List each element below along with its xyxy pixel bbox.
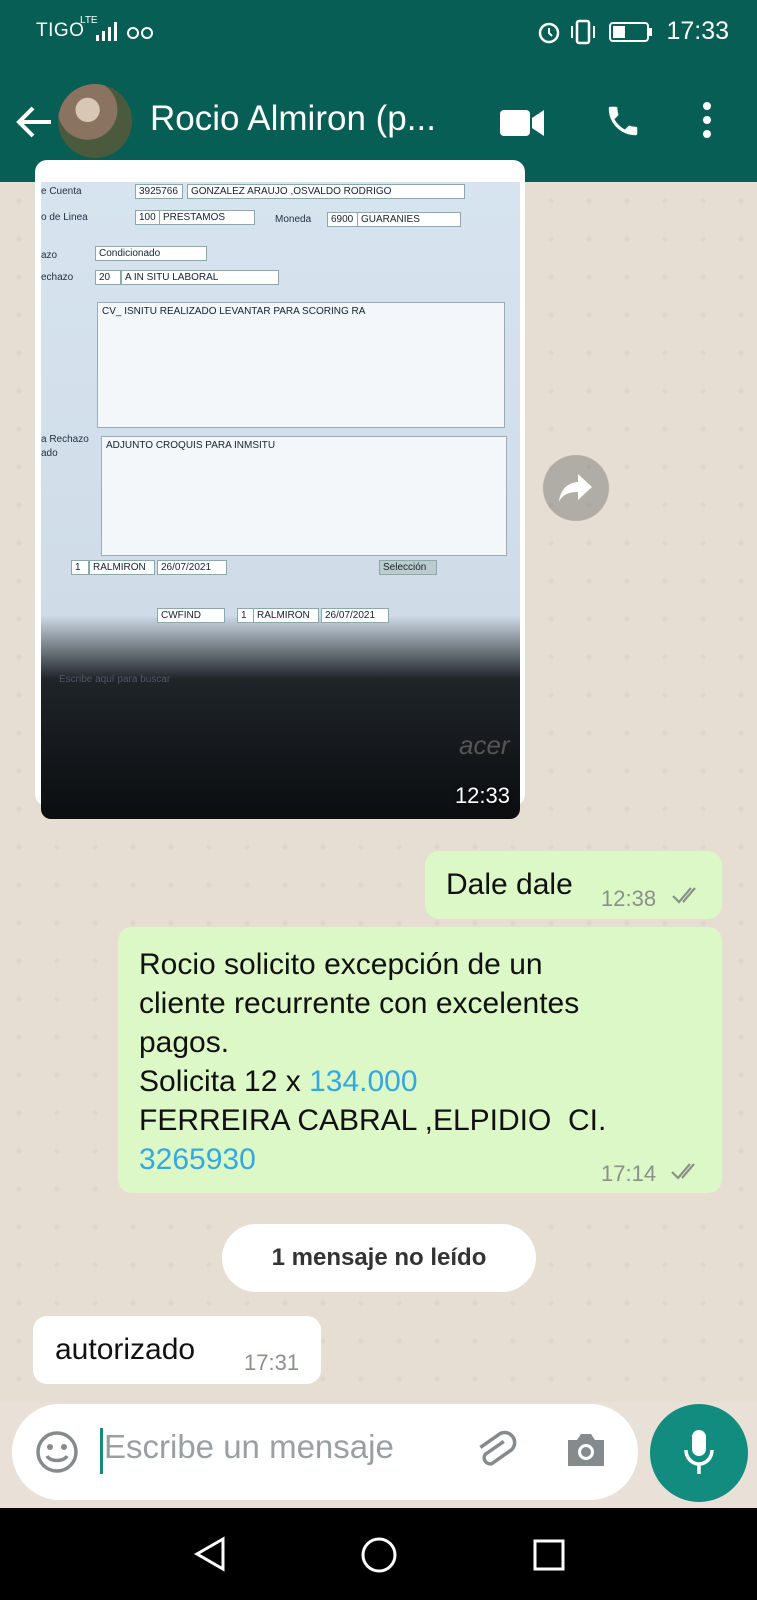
message-text: Rocio solicito excepción de un cliente r…	[139, 945, 709, 1179]
emoji-icon[interactable]	[34, 1429, 80, 1475]
image-message-photo[interactable]: e Cuenta 3925766 GONZALEZ ARAUJO ,OSVALD…	[41, 182, 520, 819]
back-arrow-icon[interactable]	[15, 104, 53, 140]
message-line: pagos.	[139, 1026, 230, 1059]
screen-label: echazo	[41, 272, 74, 283]
screen-label: azo	[41, 250, 58, 261]
screen-field: 26/07/2021	[157, 560, 227, 575]
screen-field: 3925766	[135, 184, 183, 199]
double-check-icon	[672, 887, 696, 904]
camera-icon[interactable]	[564, 1430, 608, 1470]
screen-field: 6900	[327, 212, 359, 227]
clock: 17:33	[666, 17, 729, 45]
forward-button[interactable]	[543, 455, 609, 521]
message-text-segment: Solicita 12 x	[139, 1065, 310, 1098]
screen-textarea: CV_ ISNITU REALIZADO LEVANTAR PARA SCORI…	[97, 302, 505, 428]
nav-back-icon[interactable]	[193, 1536, 227, 1572]
screen-label: e Cuenta	[41, 186, 82, 197]
screen-label: ado	[41, 448, 58, 459]
battery-icon	[609, 22, 652, 42]
unread-divider: 1 mensaje no leído	[222, 1224, 536, 1292]
number-link[interactable]: 3265930	[139, 1143, 256, 1176]
screen-label: o de Linea	[41, 212, 88, 223]
screen-field: GONZALEZ ARAUJO ,OSVALDO RODRIGO	[187, 184, 465, 199]
taskbar-search: Escribe aquí para buscar	[59, 674, 171, 685]
double-check-icon	[671, 1163, 695, 1180]
screen-button: Selección	[379, 560, 437, 575]
forward-icon	[559, 474, 592, 502]
mic-icon	[684, 1430, 714, 1474]
message-bubble-outgoing[interactable]: Dale dale 12:38	[425, 851, 722, 919]
screen-field: 100	[135, 210, 161, 225]
screen-field: CWFIND	[157, 608, 225, 623]
carrier-label: TIGO	[36, 20, 85, 41]
signal-icon	[96, 22, 117, 41]
image-timestamp: 12:33	[454, 783, 510, 808]
screen-field: GUARANIES	[357, 212, 461, 227]
screen-field: PRESTAMOS	[159, 210, 255, 225]
system-nav-bar	[0, 1508, 757, 1600]
screen-field: RALMIRON	[89, 560, 155, 575]
screen-field: RALMIRON	[253, 608, 319, 623]
video-call-icon[interactable]	[500, 108, 546, 138]
message-text: autorizado	[55, 1333, 196, 1366]
message-line: Solicita 12 x 134.000	[139, 1062, 709, 1101]
screen-label: Moneda	[275, 214, 312, 225]
screen-label: a Rechazo	[41, 434, 89, 445]
more-vert-icon[interactable]	[701, 100, 713, 140]
screen-field: 20	[95, 270, 121, 285]
message-time: 17:31	[244, 1350, 300, 1375]
voicemail-icon	[127, 27, 153, 39]
screen-field: 1	[71, 560, 89, 575]
message-line: Rocio solicito excepción de un	[139, 948, 543, 981]
message-bubble-outgoing[interactable]: Rocio solicito excepción de un cliente r…	[118, 927, 722, 1193]
contact-name[interactable]: Rocio Almiron (p...	[150, 99, 436, 139]
alarm-icon	[538, 22, 560, 44]
phone-icon[interactable]	[604, 102, 642, 140]
vibrate-icon	[571, 19, 595, 45]
message-composer[interactable]: Escribe un mensaje	[12, 1404, 638, 1500]
number-link[interactable]: 134.000	[309, 1065, 417, 1098]
nav-home-icon[interactable]	[360, 1536, 398, 1574]
laptop-brand: acer	[459, 730, 510, 760]
mic-button[interactable]	[650, 1404, 748, 1502]
nav-recents-icon[interactable]	[532, 1538, 566, 1572]
screen-field: Condicionado	[95, 246, 207, 261]
message-bubble-incoming[interactable]: autorizado 17:31	[33, 1316, 321, 1384]
message-time: 12:38	[601, 886, 657, 911]
screen-textarea: ADJUNTO CROQUIS PARA INMSITU	[101, 436, 507, 556]
message-text: Dale dale	[446, 868, 573, 901]
screen-field: A IN SITU LABORAL	[121, 270, 279, 285]
screen-field: 26/07/2021	[321, 608, 389, 623]
message-line: cliente recurrente con excelentes	[139, 987, 580, 1020]
attach-icon[interactable]	[472, 1428, 518, 1474]
message-time: 17:14	[601, 1161, 657, 1186]
message-input[interactable]: Escribe un mensaje	[104, 1428, 394, 1466]
message-line: FERREIRA CABRAL ,ELPIDIO CI.	[139, 1104, 607, 1137]
avatar[interactable]	[58, 84, 132, 158]
status-bar: TIGO LTE 17:33	[0, 0, 757, 64]
text-caret	[100, 1428, 103, 1474]
